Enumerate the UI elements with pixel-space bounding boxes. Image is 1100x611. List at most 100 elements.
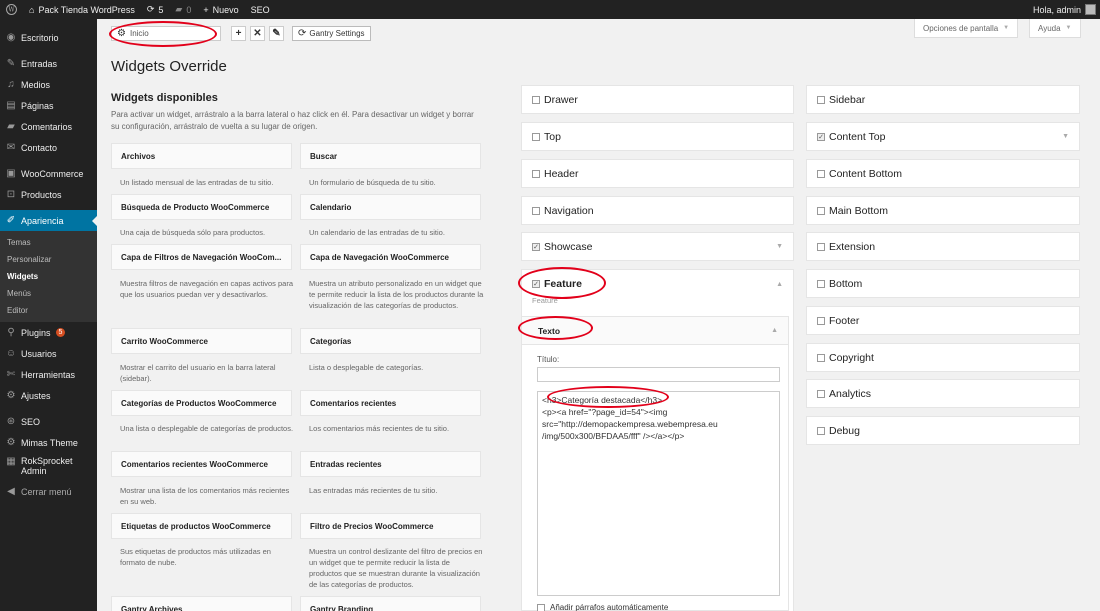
text-widget-header[interactable]: Texto ▲ bbox=[522, 317, 788, 345]
checkbox-icon bbox=[817, 316, 825, 325]
position-sidebar[interactable]: Sidebar bbox=[806, 85, 1080, 114]
widget-calendario[interactable]: Calendario bbox=[300, 194, 481, 220]
position-label: Bottom bbox=[829, 277, 863, 290]
account-link[interactable]: Hola, admin bbox=[1027, 0, 1100, 19]
widget-filtro-precios[interactable]: Filtro de Precios WooCommerce bbox=[300, 513, 481, 539]
widget-entradas-recientes[interactable]: Entradas recientes bbox=[300, 451, 481, 477]
sidebar-item-label: Contacto bbox=[21, 142, 58, 153]
widget-carrito[interactable]: Carrito WooCommerce bbox=[111, 328, 292, 354]
submenu-item-editor[interactable]: Editor bbox=[0, 302, 97, 319]
position-feature[interactable]: ✓ Feature ▲ bbox=[521, 269, 794, 298]
position-bottom[interactable]: Bottom bbox=[806, 269, 1080, 298]
sidebar-item-label: Apariencia bbox=[21, 215, 64, 226]
sidebar-item-woocommerce[interactable]: ▣ WooCommerce bbox=[0, 163, 97, 184]
caret-up-icon[interactable]: ▲ bbox=[776, 281, 783, 288]
sidebar-item-usuarios[interactable]: ☺ Usuarios bbox=[0, 343, 97, 364]
checkbox-icon[interactable] bbox=[537, 603, 545, 611]
position-label: Content Bottom bbox=[829, 167, 902, 180]
position-label: Footer bbox=[829, 314, 860, 327]
widget-busqueda-producto[interactable]: Búsqueda de Producto WooCommerce bbox=[111, 194, 292, 220]
new-content-link[interactable]: + Nuevo bbox=[197, 0, 244, 19]
submenu-item-temas[interactable]: Temas bbox=[0, 234, 97, 251]
checkbox-icon bbox=[817, 242, 825, 251]
widget-capa-filtros[interactable]: Capa de Filtros de Navegación WooCom... bbox=[111, 244, 292, 270]
widget-archivos[interactable]: Archivos bbox=[111, 143, 292, 169]
position-drawer[interactable]: Drawer bbox=[521, 85, 794, 114]
position-footer[interactable]: Footer bbox=[806, 306, 1080, 335]
sidebar-item-apariencia[interactable]: ✐ Apariencia bbox=[0, 210, 97, 231]
position-showcase[interactable]: ✓ Showcase ▼ bbox=[521, 232, 794, 261]
checkbox-icon bbox=[817, 353, 825, 362]
widget-comentarios-recientes[interactable]: Comentarios recientes bbox=[300, 390, 481, 416]
gantry-settings-button[interactable]: ⟳ Gantry Settings bbox=[292, 26, 371, 41]
sidebar-item-contacto[interactable]: ✉ Contacto bbox=[0, 137, 97, 158]
appearance-icon: ✐ bbox=[6, 215, 16, 226]
sidebar-item-label: Mimas Theme bbox=[21, 437, 78, 448]
sidebar-item-paginas[interactable]: ▤ Páginas bbox=[0, 95, 97, 116]
remove-override-button[interactable]: ✕ bbox=[250, 26, 265, 41]
position-label: Sidebar bbox=[829, 93, 866, 106]
screen-options-tab[interactable]: Opciones de pantalla ▼ bbox=[914, 19, 1019, 38]
add-override-button[interactable]: + bbox=[231, 26, 246, 41]
edit-override-button[interactable]: ✎ bbox=[269, 26, 284, 41]
override-select[interactable]: ⚙ Inicio bbox=[111, 26, 221, 41]
help-tab[interactable]: Ayuda ▼ bbox=[1029, 19, 1081, 38]
sidebar-item-medios[interactable]: ♫ Medios bbox=[0, 74, 97, 95]
widget-description: Mostrar una lista de los comentarios más… bbox=[120, 486, 290, 506]
widget-description: Los comentarios más recientes de tu siti… bbox=[309, 424, 450, 433]
caret-down-icon[interactable]: ▼ bbox=[1062, 133, 1069, 140]
text-content-textarea[interactable]: <h3>Categoría destacada</h3> <p><a href=… bbox=[537, 391, 780, 596]
submenu-item-widgets[interactable]: Widgets bbox=[0, 268, 97, 285]
wp-logo-icon[interactable]: W bbox=[0, 0, 23, 19]
position-content-top[interactable]: ✓ Content Top ▼ bbox=[806, 122, 1080, 151]
widget-gantry-branding[interactable]: Gantry Branding bbox=[300, 596, 481, 611]
sidebar-item-seo[interactable]: ⊛ SEO bbox=[0, 411, 97, 432]
widget-categorias[interactable]: Categorías bbox=[300, 328, 481, 354]
help-label: Ayuda bbox=[1038, 23, 1061, 33]
site-name-link[interactable]: ⌂ Pack Tienda WordPress bbox=[23, 0, 141, 19]
widget-etiquetas-productos[interactable]: Etiquetas de productos WooCommerce bbox=[111, 513, 292, 539]
position-top[interactable]: Top bbox=[521, 122, 794, 151]
position-copyright[interactable]: Copyright bbox=[806, 343, 1080, 372]
checkbox-icon bbox=[817, 426, 825, 435]
title-field[interactable] bbox=[537, 367, 780, 382]
position-main-bottom[interactable]: Main Bottom bbox=[806, 196, 1080, 225]
sidebar-item-entradas[interactable]: ✎ Entradas bbox=[0, 53, 97, 74]
sidebar-item-label: Usuarios bbox=[21, 348, 57, 359]
widget-gantry-archives[interactable]: Gantry Archives bbox=[111, 596, 292, 611]
sidebar-item-label: SEO bbox=[21, 416, 41, 427]
caret-up-icon[interactable]: ▲ bbox=[771, 327, 778, 334]
sidebar-item-comentarios[interactable]: ▰ Comentarios bbox=[0, 116, 97, 137]
position-navigation[interactable]: Navigation bbox=[521, 196, 794, 225]
seo-icon: ⊛ bbox=[6, 416, 16, 427]
widget-categorias-productos[interactable]: Categorías de Productos WooCommerce bbox=[111, 390, 292, 416]
widget-capa-navegacion[interactable]: Capa de Navegación WooCommerce bbox=[300, 244, 481, 270]
position-label: Copyright bbox=[829, 351, 874, 364]
position-header[interactable]: Header bbox=[521, 159, 794, 188]
position-debug[interactable]: Debug bbox=[806, 416, 1080, 445]
widget-buscar[interactable]: Buscar bbox=[300, 143, 481, 169]
sidebar-item-productos[interactable]: ⊡ Productos bbox=[0, 184, 97, 205]
sidebar-item-escritorio[interactable]: ◉ Escritorio bbox=[0, 27, 97, 48]
gear-icon: ⚙ bbox=[117, 28, 126, 39]
caret-down-icon[interactable]: ▼ bbox=[776, 243, 783, 250]
widget-description: Muestra un atributo personalizado en un … bbox=[309, 279, 484, 310]
widget-comentarios-woocommerce[interactable]: Comentarios recientes WooCommerce bbox=[111, 451, 292, 477]
submenu-item-personalizar[interactable]: Personalizar bbox=[0, 251, 97, 268]
feature-sub-label: Feature bbox=[532, 296, 558, 305]
position-label: Feature bbox=[544, 278, 582, 290]
sidebar-item-plugins[interactable]: ⚲ Plugins 5 bbox=[0, 322, 97, 343]
seo-link[interactable]: SEO bbox=[245, 0, 276, 19]
sidebar-item-ajustes[interactable]: ⚙ Ajustes bbox=[0, 385, 97, 406]
sidebar-item-herramientas[interactable]: ✄ Herramientas bbox=[0, 364, 97, 385]
position-content-bottom[interactable]: Content Bottom bbox=[806, 159, 1080, 188]
position-analytics[interactable]: Analytics bbox=[806, 379, 1080, 408]
auto-paragraph-option[interactable]: Añadir párrafos automáticamente bbox=[537, 603, 668, 611]
sidebar-item-mimas-theme[interactable]: ⚙ Mimas Theme bbox=[0, 432, 97, 453]
comments-link[interactable]: ▰ 0 bbox=[169, 0, 197, 19]
collapse-menu-button[interactable]: ◀ Cerrar menú bbox=[0, 481, 97, 502]
updates-link[interactable]: ⟳ 5 bbox=[141, 0, 170, 19]
sidebar-item-roksprocket[interactable]: ▦ RokSprocket Admin bbox=[0, 453, 97, 481]
position-extension[interactable]: Extension bbox=[806, 232, 1080, 261]
submenu-item-menus[interactable]: Menús bbox=[0, 285, 97, 302]
